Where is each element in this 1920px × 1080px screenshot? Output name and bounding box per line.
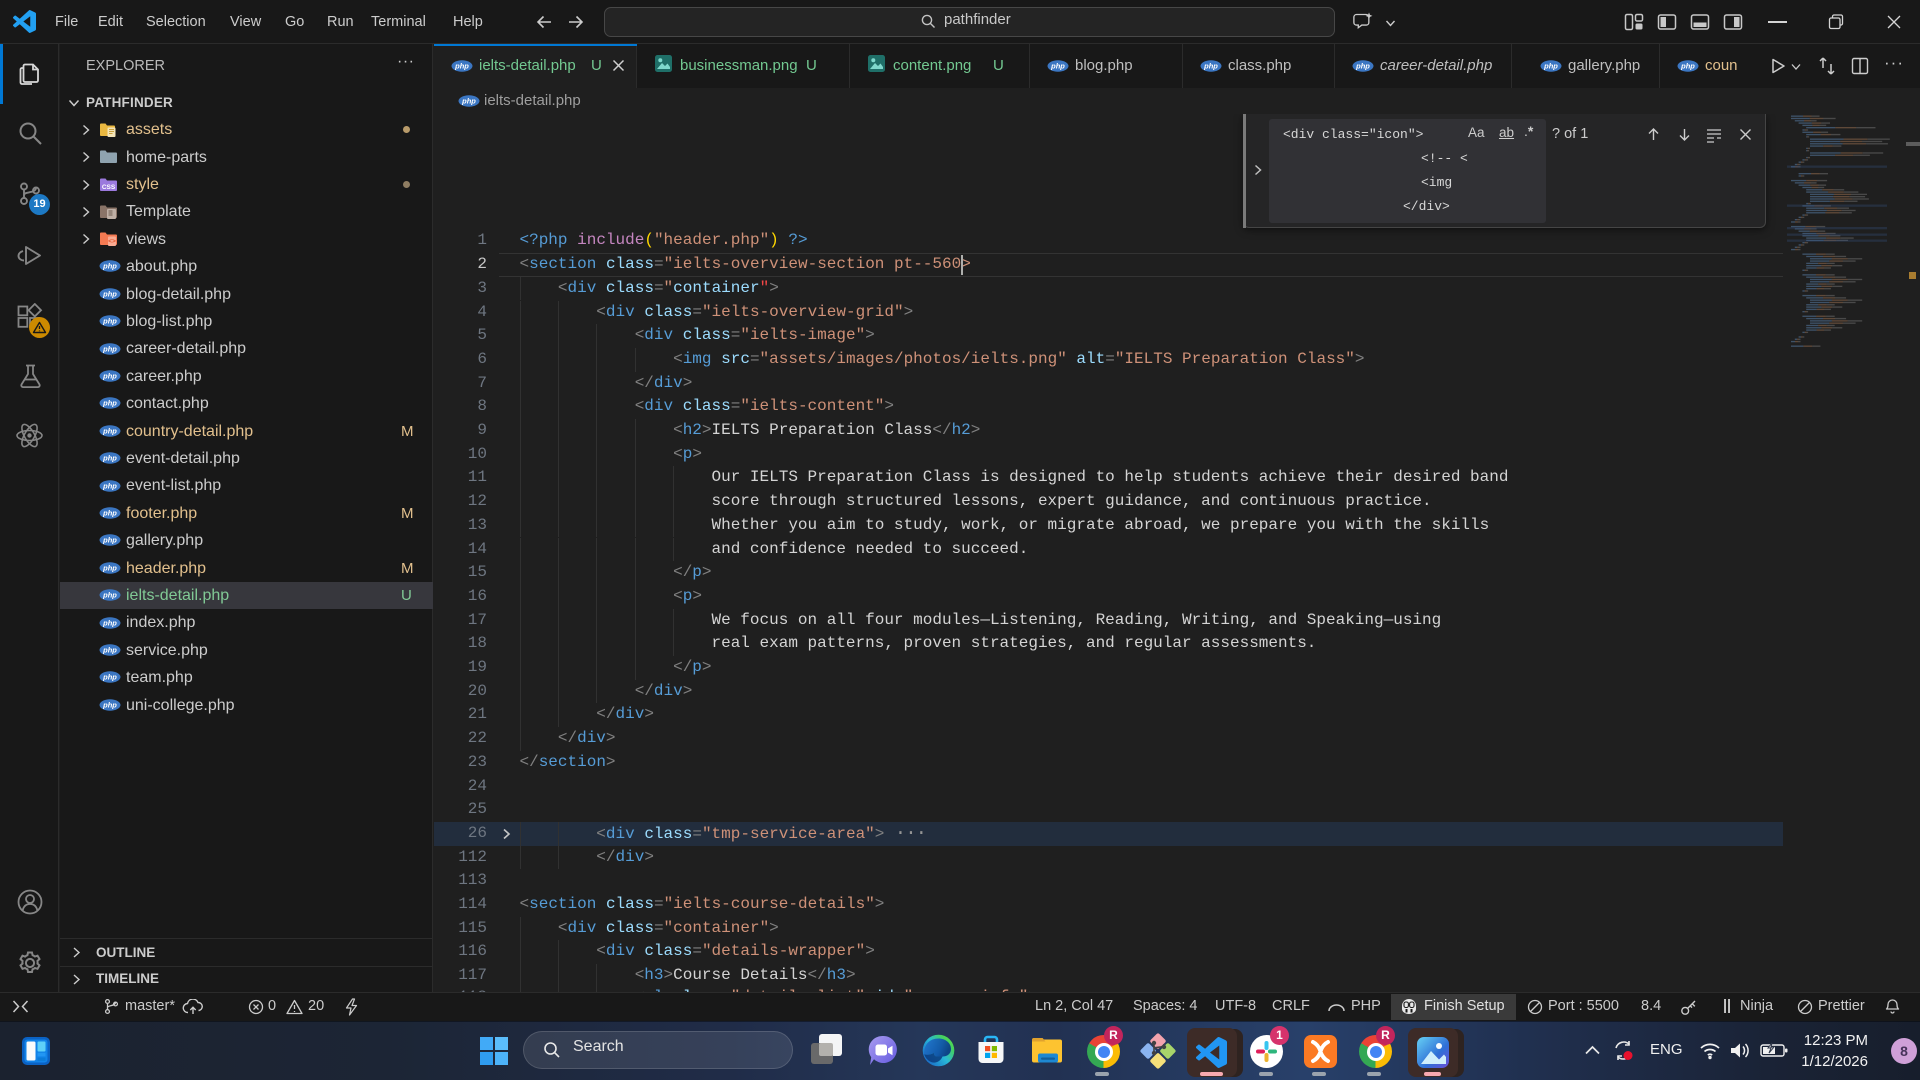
svg-text:php: php — [102, 618, 117, 627]
svg-text:php: php — [1543, 62, 1558, 71]
svg-text:php: php — [102, 426, 117, 435]
svg-text:php: php — [102, 454, 117, 463]
svg-text:php: php — [102, 536, 117, 545]
svg-text:php: php — [102, 262, 117, 271]
svg-text:php: php — [102, 700, 117, 709]
svg-text:php: php — [1203, 62, 1218, 71]
svg-text:php: php — [1355, 62, 1370, 71]
svg-text:php: php — [102, 481, 117, 490]
svg-text:php: php — [461, 97, 476, 106]
svg-text:php: php — [102, 317, 117, 326]
svg-text:php: php — [102, 289, 117, 298]
svg-text:php: php — [102, 591, 117, 600]
svg-text:php: php — [102, 673, 117, 682]
svg-text:php: php — [102, 508, 117, 517]
svg-text:php: php — [102, 371, 117, 380]
svg-text:php: php — [102, 645, 117, 654]
svg-text:CSS: CSS — [102, 184, 116, 191]
svg-text:php: php — [1050, 62, 1065, 71]
svg-text:php: php — [102, 399, 117, 408]
svg-text:php: php — [454, 62, 469, 71]
svg-text:php: php — [1680, 62, 1695, 71]
svg-text:php: php — [102, 344, 117, 353]
svg-text:<>: <> — [108, 239, 116, 246]
svg-text:php: php — [102, 563, 117, 572]
